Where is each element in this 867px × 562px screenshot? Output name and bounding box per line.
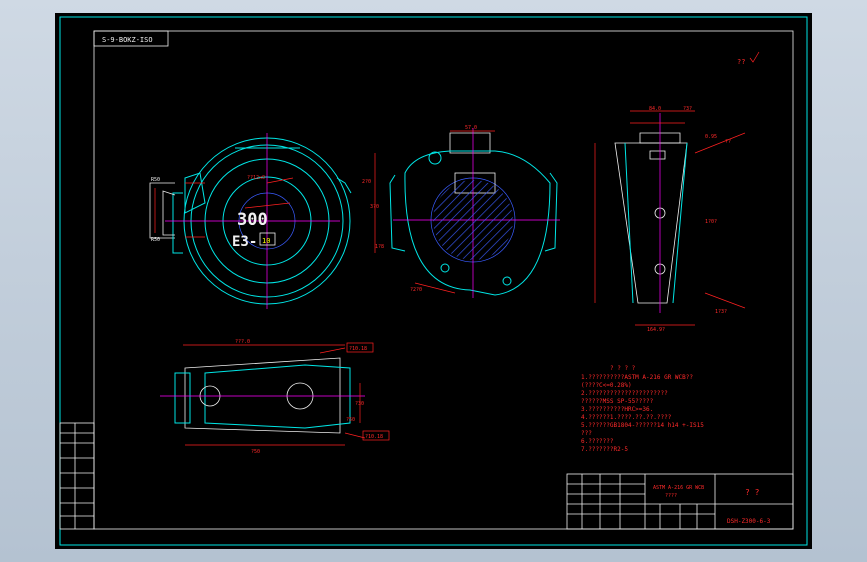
code-stamp: S-9-BOKZ-ISO: [102, 36, 153, 44]
note-line-1: (????C<=0.28%): [581, 382, 632, 389]
top-view-label-left2: R50: [151, 237, 160, 243]
drawing-number: DSH-Z300-6-3: [727, 518, 771, 525]
note-line-8: 6.???????: [581, 438, 614, 445]
title-subtitle: ????: [665, 493, 677, 499]
note-line-9: 7.???????R2-5: [581, 446, 628, 453]
section-dim-6: 1?3?: [715, 309, 727, 315]
stamp-code: E3-: [232, 234, 257, 250]
notes-heading: ? ? ? ?: [610, 365, 636, 372]
drawing-canvas: S-9-BOKZ-ISO ?? R50 R50 ??12x0 300 E3- 1…: [59, 16, 808, 546]
note-line-5: 4.??????1.????.??.??.????: [581, 414, 672, 421]
top-view-label-left: R50: [151, 177, 160, 183]
stamp-number: 300: [237, 210, 268, 230]
roughness-symbol: [749, 51, 760, 63]
side-dim-0: 57.0: [465, 125, 477, 131]
side-dim-1: 2?0: [362, 179, 371, 185]
note-line-2: 2.??????????????????????: [581, 390, 668, 397]
bottom-dim-4: ?10.18: [365, 434, 383, 440]
bottom-dim-5: ?50: [346, 417, 355, 423]
hatched-section: [433, 180, 513, 260]
note-line-7: ???: [581, 430, 592, 437]
side-dim-2: 3?0: [370, 204, 379, 210]
note-line-6: 5.??????GB1804-??????14 h14 +-IS15: [581, 422, 704, 429]
side-dim-4: ?2?0: [410, 287, 422, 293]
section-dim-4: 1?0?: [705, 219, 717, 225]
note-line-3: ??????MSS SP-55?????: [581, 398, 654, 405]
stamp-small: 10: [262, 237, 270, 245]
bottom-dim-1: ?10.18: [349, 346, 367, 352]
bottom-view: [160, 342, 390, 446]
note-line-4: 3.??????????HRC>=36.: [581, 406, 653, 413]
roughness-mark: ??: [737, 58, 745, 66]
bottom-dim-0: ???.0: [235, 339, 250, 345]
section-view: [594, 110, 746, 326]
section-dim-1: ?3?: [683, 106, 692, 112]
section-dim-2: 0.95: [705, 134, 717, 140]
title-question: ? ?: [745, 488, 760, 497]
title-material: ASTM A-216 GR WCB: [653, 485, 704, 491]
note-line-0: 1.??????????ASTM A-216 GR WCB??: [581, 374, 693, 381]
cad-viewport[interactable]: S-9-BOKZ-ISO ?? R50 R50 ??12x0 300 E3- 1…: [55, 13, 812, 549]
outer-frame: [59, 16, 808, 546]
revision-table: [59, 422, 95, 530]
top-view-label-top: ??12x0: [247, 175, 265, 181]
bottom-dim-2: ?50: [251, 449, 260, 455]
section-dim-0: 84.0: [649, 106, 661, 112]
bottom-dim-3: ?30: [355, 401, 364, 407]
side-dim-3: 1?8: [375, 244, 384, 250]
section-dim-3: ??: [725, 139, 731, 145]
section-dim-5: 164.9?: [647, 327, 665, 333]
